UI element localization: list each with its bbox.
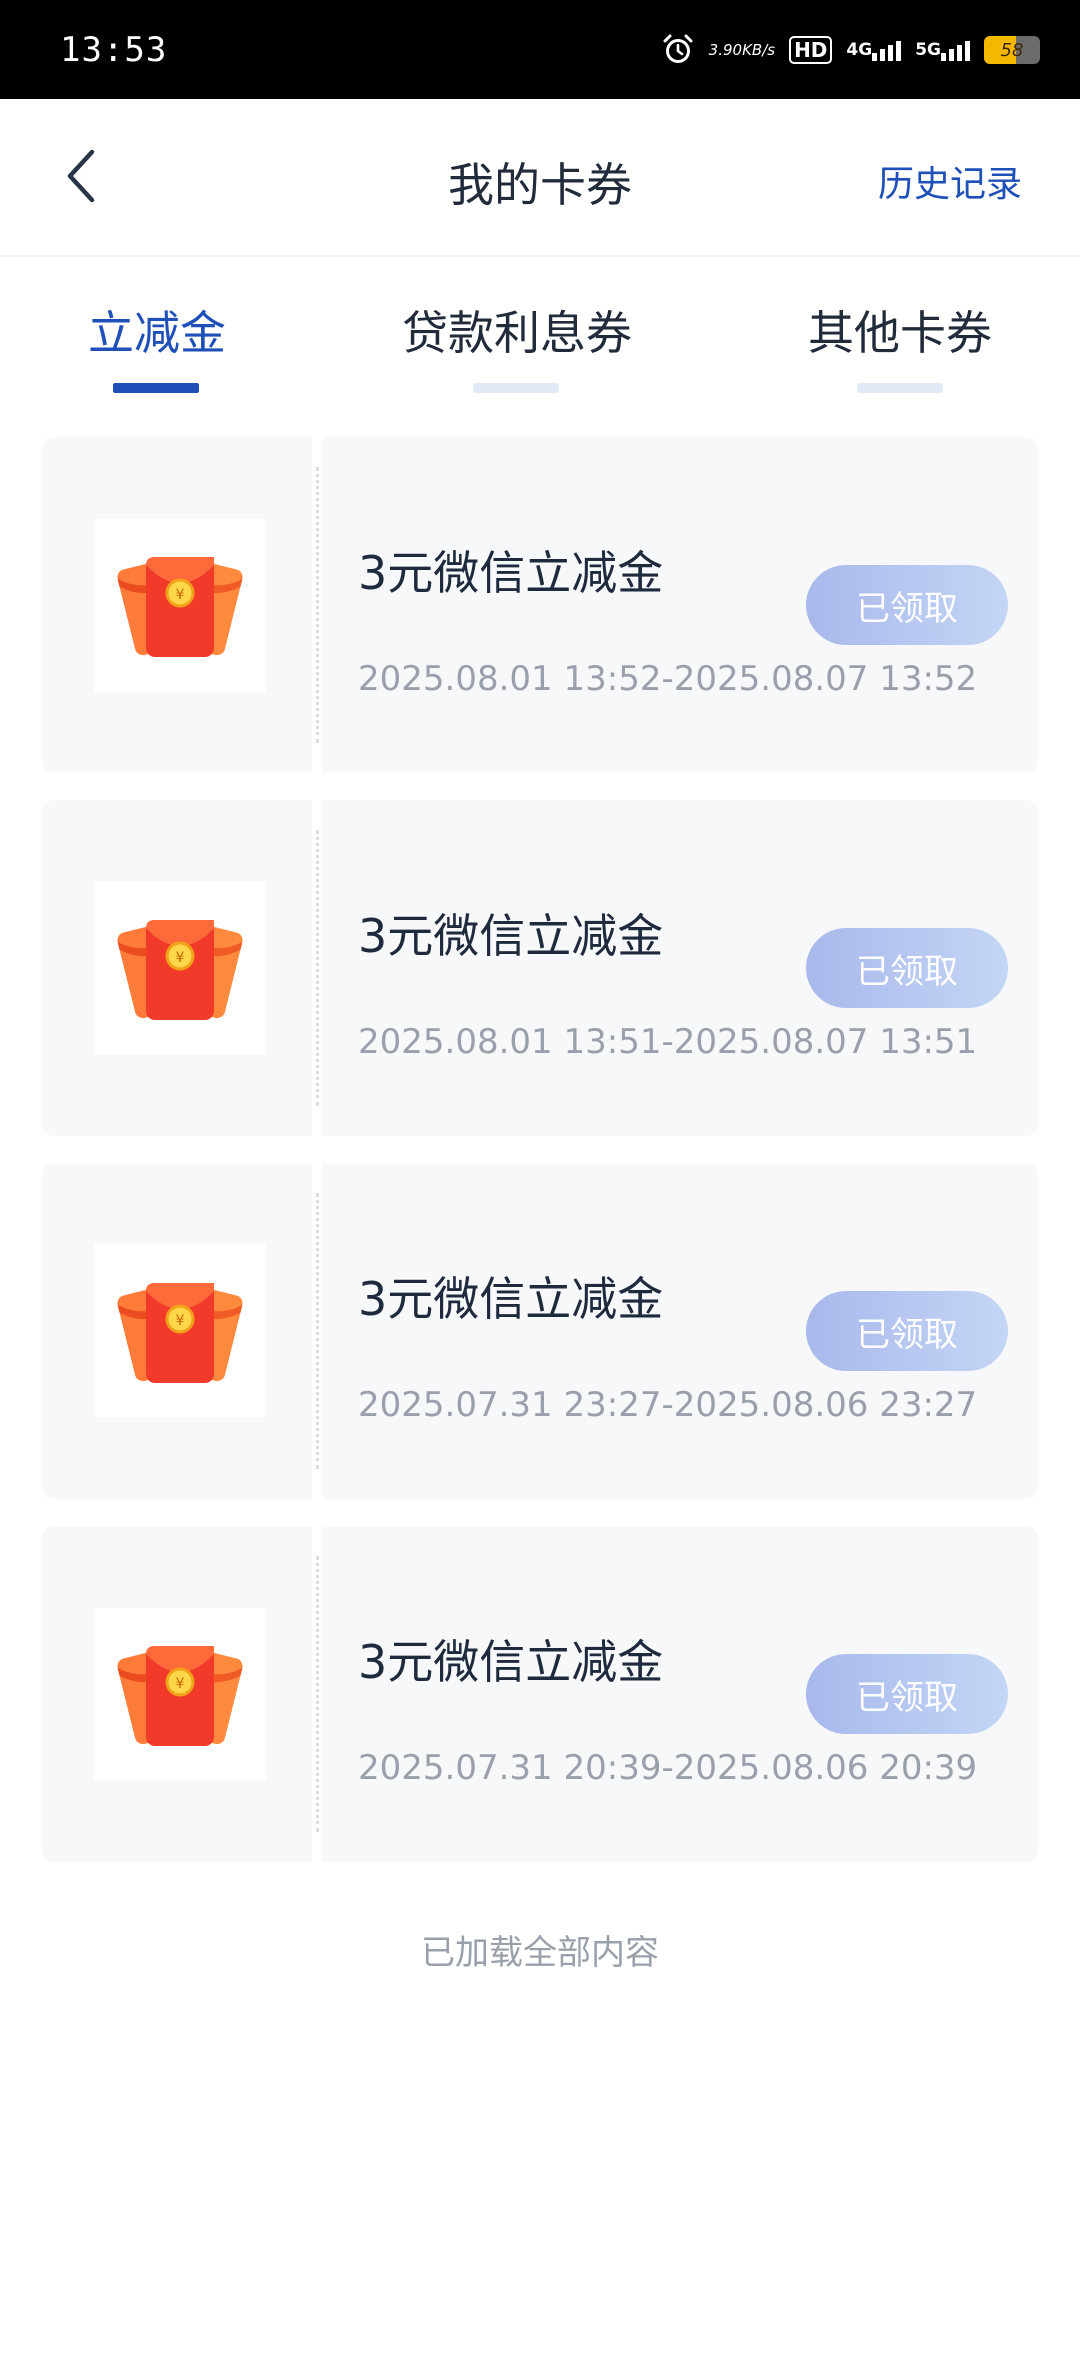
red-envelope-icon: ¥ — [94, 1608, 266, 1780]
claimed-button[interactable]: 已领取 — [806, 565, 1008, 645]
claimed-button[interactable]: 已领取 — [806, 1291, 1008, 1371]
signal-5g-label: 5G — [915, 40, 941, 60]
signal-5g-icon: 5G — [915, 39, 970, 61]
tab-other-coupons[interactable]: 其他卡券 — [808, 297, 992, 363]
tab-instant-discount[interactable]: 立减金 — [88, 297, 226, 363]
battery-level: 58 — [1000, 39, 1024, 61]
status-time: 13:53 — [60, 30, 168, 70]
coupon-card-left: ¥ — [42, 1526, 312, 1862]
claimed-button-label: 已领取 — [856, 1677, 958, 1718]
tab-indicator — [473, 383, 559, 393]
status-bar: 13:53 3.90 KB/s HD 4G 5G 58 — [0, 0, 1080, 99]
coupon-card-left: ¥ — [42, 800, 312, 1136]
signal-4g-bars — [872, 39, 902, 61]
app-header: 我的卡券 历史记录 — [0, 99, 1080, 257]
tab-label: 其他卡券 — [808, 306, 992, 360]
tab-loan-interest-coupon[interactable]: 贷款利息券 — [402, 297, 632, 363]
status-icons: 3.90 KB/s HD 4G 5G 58 — [661, 28, 1040, 72]
coupon-card-body: 3元微信立减金 2025.07.31 23:27-2025.08.06 23:2… — [322, 1163, 1038, 1499]
loaded-all-note: 已加载全部内容 — [421, 1933, 659, 1973]
red-envelope-icon: ¥ — [94, 1245, 266, 1417]
red-envelope-icon: ¥ — [94, 882, 266, 1054]
coupon-card[interactable]: ¥ 3元微信立减金 2025.07.31 23:27-2025.08.06 23… — [42, 1163, 1038, 1499]
coupon-title: 3元微信立减金 — [358, 546, 664, 600]
svg-text:¥: ¥ — [176, 1676, 185, 1692]
coupon-card[interactable]: ¥ 3元微信立减金 2025.07.31 20:39-2025.08.06 20… — [42, 1526, 1038, 1862]
dotted-divider — [316, 467, 319, 743]
tab-label: 立减金 — [88, 306, 226, 360]
coupon-validity: 2025.07.31 23:27-2025.08.06 23:27 — [358, 1385, 978, 1425]
claimed-button-label: 已领取 — [856, 588, 958, 629]
coupon-title: 3元微信立减金 — [358, 1272, 664, 1326]
coupon-card[interactable]: ¥ 3元微信立减金 2025.08.01 13:52-2025.08.07 13… — [42, 437, 1038, 773]
dotted-divider — [316, 830, 319, 1106]
claimed-button-label: 已领取 — [856, 951, 958, 992]
signal-4g-icon: 4G — [846, 39, 902, 61]
battery-icon: 58 — [984, 36, 1040, 64]
dotted-divider — [316, 1193, 319, 1469]
coupon-title: 3元微信立减金 — [358, 909, 664, 963]
tab-label: 贷款利息券 — [402, 306, 632, 360]
coupon-title: 3元微信立减金 — [358, 1635, 664, 1689]
svg-text:¥: ¥ — [176, 587, 185, 603]
red-envelope-icon: ¥ — [94, 519, 266, 691]
signal-5g-bars — [941, 39, 970, 61]
coupon-card-left: ¥ — [42, 1163, 312, 1499]
hd-label: HD — [789, 36, 833, 64]
svg-text:¥: ¥ — [176, 950, 185, 966]
tab-bar: 立减金 贷款利息券 其他卡券 — [0, 257, 1080, 407]
coupon-card-body: 3元微信立减金 2025.07.31 20:39-2025.08.06 20:3… — [322, 1526, 1038, 1862]
net-speed: 3.90 KB/s — [709, 42, 775, 58]
coupon-card-body: 3元微信立减金 2025.08.01 13:51-2025.08.07 13:5… — [322, 800, 1038, 1136]
tab-indicator-active — [113, 383, 199, 393]
tab-indicator — [857, 383, 943, 393]
hd-icon: HD — [789, 36, 833, 64]
coupon-card[interactable]: ¥ 3元微信立减金 2025.08.01 13:51-2025.08.07 13… — [42, 800, 1038, 1136]
history-link[interactable]: 历史记录 — [878, 155, 1022, 207]
net-speed-unit: KB/s — [742, 41, 776, 59]
svg-text:¥: ¥ — [176, 1313, 185, 1329]
signal-4g-label: 4G — [846, 40, 873, 60]
coupon-card-body: 3元微信立减金 2025.08.01 13:52-2025.08.07 13:5… — [322, 437, 1038, 773]
coupon-list: ¥ 3元微信立减金 2025.08.01 13:52-2025.08.07 13… — [42, 437, 1038, 1889]
claimed-button[interactable]: 已领取 — [806, 1654, 1008, 1734]
net-speed-value: 3.90 — [708, 41, 743, 59]
alarm-icon — [661, 33, 695, 67]
claimed-button[interactable]: 已领取 — [806, 928, 1008, 1008]
claimed-button-label: 已领取 — [856, 1314, 958, 1355]
coupon-validity: 2025.08.01 13:52-2025.08.07 13:52 — [358, 659, 978, 699]
coupon-card-left: ¥ — [42, 437, 312, 773]
coupon-validity: 2025.07.31 20:39-2025.08.06 20:39 — [358, 1748, 978, 1788]
dotted-divider — [316, 1556, 319, 1832]
coupon-validity: 2025.08.01 13:51-2025.08.07 13:51 — [358, 1022, 978, 1062]
